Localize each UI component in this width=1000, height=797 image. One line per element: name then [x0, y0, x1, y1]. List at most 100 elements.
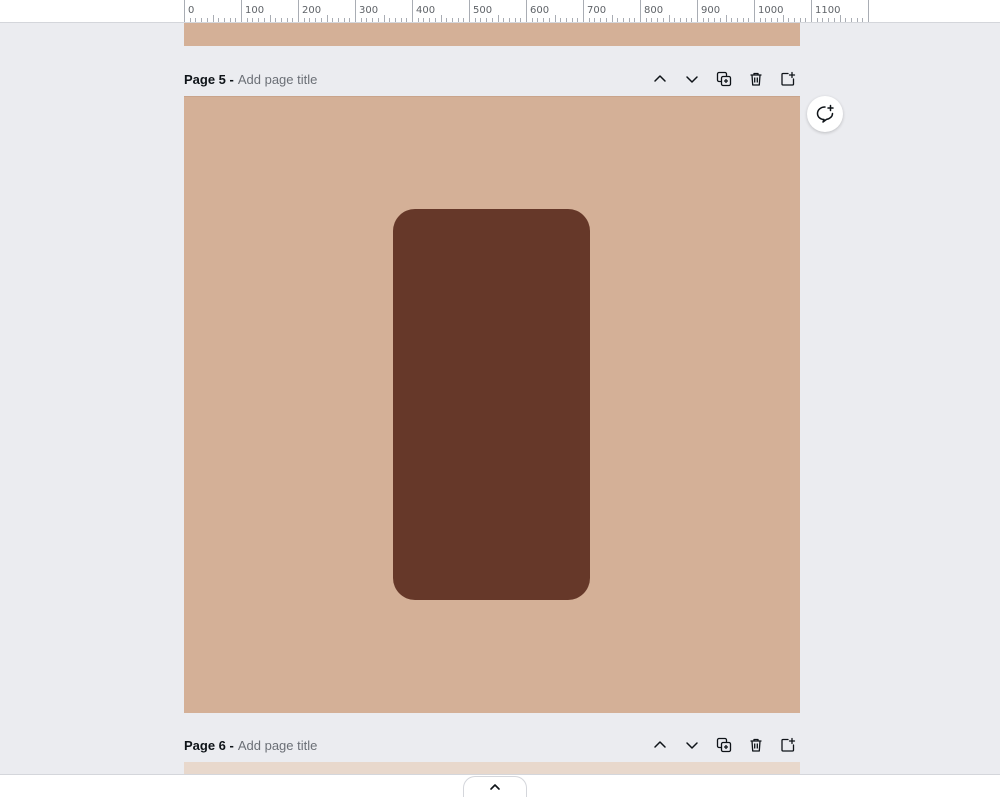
- ruler-label: 400: [416, 5, 436, 16]
- ruler-tick: [588, 18, 590, 22]
- ruler-tick: [355, 0, 356, 22]
- ruler-tick: [446, 18, 448, 22]
- ruler-tick: [201, 18, 203, 22]
- ruler-tick: [531, 18, 533, 22]
- page-number-label: Page 5 -: [184, 71, 234, 87]
- ruler-tick: [714, 18, 716, 22]
- ruler-tick: [429, 18, 431, 22]
- rounded-rectangle-shape[interactable]: [393, 209, 590, 600]
- ruler-tick: [440, 15, 442, 22]
- ruler-tick: [195, 18, 197, 22]
- add-page-icon[interactable]: [776, 67, 800, 91]
- ruler-label: 1100: [815, 5, 841, 16]
- ruler-tick: [258, 18, 260, 22]
- ruler-tick: [434, 18, 436, 22]
- add-page-icon[interactable]: [776, 733, 800, 757]
- ruler-tick: [548, 18, 550, 22]
- page-title-input[interactable]: Add page title: [238, 72, 318, 87]
- duplicate-icon[interactable]: [712, 67, 736, 91]
- ruler-label: 700: [587, 5, 607, 16]
- ruler-tick: [286, 18, 288, 22]
- chevron-down-icon[interactable]: [680, 733, 704, 757]
- ruler-tick: [315, 18, 317, 22]
- chevron-up-icon: [490, 784, 500, 790]
- chevron-up-icon[interactable]: [648, 67, 672, 91]
- ruler-tick: [862, 18, 864, 22]
- ruler-tick: [417, 18, 419, 22]
- ruler-tick: [868, 0, 869, 22]
- ruler-tick: [697, 0, 698, 22]
- ruler-tick: [332, 18, 334, 22]
- ruler-label: 500: [473, 5, 493, 16]
- page-number-label: Page 6 -: [184, 737, 234, 753]
- ruler-tick: [463, 18, 465, 22]
- page-title-input[interactable]: Add page title: [238, 738, 318, 753]
- ruler-tick: [600, 18, 602, 22]
- ruler-tick: [372, 18, 374, 22]
- ruler-tick: [742, 18, 744, 22]
- page-5-header: Page 5 - Add page title: [184, 67, 800, 91]
- page-4-canvas[interactable]: [184, 23, 800, 46]
- ruler-label: 600: [530, 5, 550, 16]
- ruler-tick: [412, 0, 413, 22]
- ruler-tick: [554, 15, 556, 22]
- ruler-tick: [719, 18, 721, 22]
- ruler-tick: [537, 18, 539, 22]
- ruler-label: 100: [245, 5, 265, 16]
- ruler-tick: [805, 18, 807, 22]
- ruler-tick: [560, 18, 562, 22]
- ruler-tick: [651, 18, 653, 22]
- ruler-tick: [377, 18, 379, 22]
- trash-icon[interactable]: [744, 67, 768, 91]
- duplicate-icon[interactable]: [712, 733, 736, 757]
- ruler-tick: [486, 18, 488, 22]
- ruler-tick: [508, 18, 510, 22]
- page-actions: [648, 733, 800, 757]
- ruler-tick: [520, 18, 522, 22]
- ruler-tick: [594, 18, 596, 22]
- ruler-tick: [816, 18, 818, 22]
- ruler-tick: [845, 18, 847, 22]
- ruler-tick: [474, 18, 476, 22]
- ruler-tick: [269, 15, 271, 22]
- ruler-tick: [583, 0, 584, 22]
- ruler-tick: [383, 15, 385, 22]
- ruler-label: 800: [644, 5, 664, 16]
- trash-icon[interactable]: [744, 733, 768, 757]
- ruler-tick: [235, 18, 237, 22]
- ruler-tick: [754, 0, 755, 22]
- ruler-tick: [657, 18, 659, 22]
- ruler-label: 0: [188, 5, 195, 16]
- ruler-tick: [611, 15, 613, 22]
- ruler-tick: [360, 18, 362, 22]
- ruler-tick: [685, 18, 687, 22]
- ruler-tick: [622, 18, 624, 22]
- chevron-down-icon[interactable]: [680, 67, 704, 91]
- ruler-tick: [366, 18, 368, 22]
- add-comment-button[interactable]: [807, 96, 843, 132]
- ruler-tick: [811, 0, 812, 22]
- ruler-tick: [218, 18, 220, 22]
- ruler-tick: [839, 15, 841, 22]
- horizontal-ruler: 0 100 200 300 400 500 600 700 800 900 10…: [0, 0, 1000, 23]
- ruler-tick: [833, 18, 835, 22]
- chevron-up-icon[interactable]: [648, 733, 672, 757]
- expand-pages-button[interactable]: [463, 776, 527, 797]
- page-6-header: Page 6 - Add page title: [184, 733, 800, 757]
- ruler-label: 200: [302, 5, 322, 16]
- ruler-tick: [303, 18, 305, 22]
- ruler-tick: [788, 18, 790, 22]
- ruler-tick: [640, 0, 641, 22]
- ruler-tick: [320, 18, 322, 22]
- ruler-tick: [349, 18, 351, 22]
- ruler-tick: [206, 18, 208, 22]
- ruler-tick: [571, 18, 573, 22]
- ruler-tick: [223, 18, 225, 22]
- ruler-tick: [725, 15, 727, 22]
- ruler-tick: [799, 18, 801, 22]
- ruler-tick: [605, 18, 607, 22]
- ruler-tick: [634, 18, 636, 22]
- ruler-tick: [708, 18, 710, 22]
- page-5-canvas[interactable]: [184, 96, 800, 713]
- ruler-tick: [229, 18, 231, 22]
